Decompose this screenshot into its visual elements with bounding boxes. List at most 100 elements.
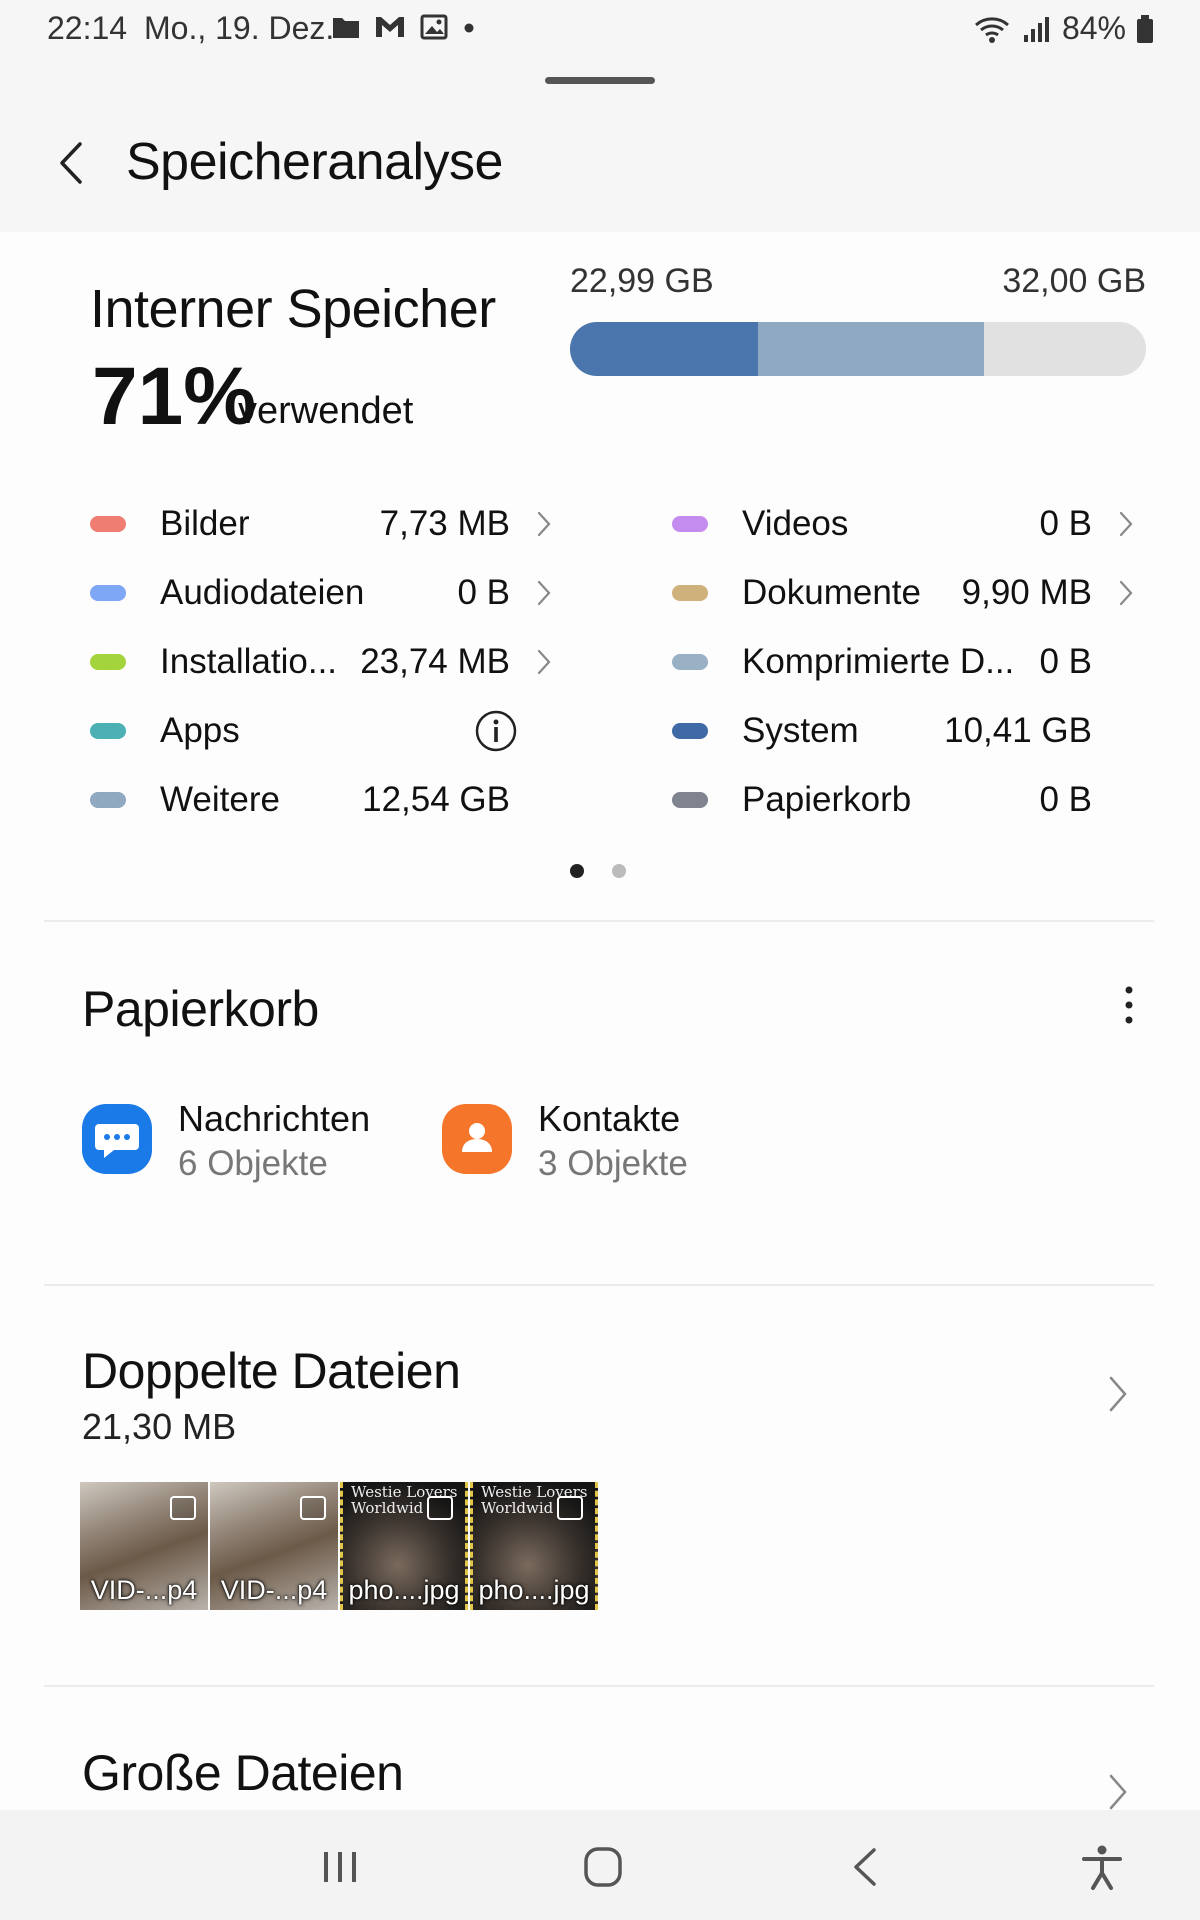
- accessibility-icon[interactable]: [1072, 1842, 1132, 1892]
- info-icon[interactable]: [474, 709, 518, 753]
- status-bar: 22:14 Mo., 19. Dez. 84%: [0, 0, 1200, 58]
- category-value: 23,74 MB: [360, 642, 510, 681]
- status-right: 84%: [972, 10, 1154, 47]
- duplicates-size: 21,30 MB: [82, 1406, 237, 1447]
- category-value: 0 B: [1039, 780, 1092, 819]
- thumbnail-caption: VID-...p4: [90, 1575, 198, 1605]
- gmail-icon: [376, 17, 404, 37]
- back-arrow-icon[interactable]: [48, 138, 98, 188]
- messages-icon: [82, 1104, 152, 1174]
- contacts-icon: [442, 1104, 512, 1174]
- trash-item-count: 3 Objekte: [538, 1144, 688, 1183]
- category-color-dot: [90, 585, 126, 601]
- thumbnail[interactable]: Westie Lovers Worldwid pho....jpg: [340, 1482, 468, 1610]
- recent-apps-icon[interactable]: [310, 1842, 370, 1892]
- category-label: Audiodateien: [160, 573, 365, 612]
- sd-card-icon: [427, 1496, 453, 1520]
- category-label: Komprimierte D...: [742, 642, 1015, 681]
- sd-card-icon: [557, 1496, 583, 1520]
- page-dot-active[interactable]: [570, 864, 584, 878]
- large-files-section-title[interactable]: Große Dateien: [82, 1744, 404, 1802]
- category-value: 0 B: [457, 573, 510, 612]
- page-title: Speicheranalyse: [126, 133, 503, 191]
- category-color-dot: [672, 654, 708, 670]
- storage-category-row: Apps: [90, 701, 560, 761]
- page-indicator[interactable]: [570, 864, 626, 878]
- signal-icon: [1023, 16, 1049, 42]
- sd-card-icon: [170, 1496, 196, 1520]
- storage-category-row: Weitere 12,54 GB: [90, 770, 560, 830]
- thumbnail-caption: pho....jpg: [478, 1575, 590, 1605]
- thumbnail[interactable]: Westie Lovers Worldwid pho....jpg: [470, 1482, 598, 1610]
- thumbnail-caption: pho....jpg: [348, 1575, 460, 1605]
- trash-item-count: 6 Objekte: [178, 1144, 328, 1183]
- storage-usage-bar: [570, 322, 1146, 376]
- status-time: 22:14: [47, 10, 128, 46]
- chevron-right-icon[interactable]: [534, 510, 554, 538]
- category-label: Dokumente: [742, 573, 921, 612]
- storage-used-value: 22,99 GB: [570, 262, 714, 300]
- storage-category-row: Papierkorb 0 B: [672, 770, 1142, 830]
- more-notifications-dot: [464, 23, 474, 33]
- storage-bar-segment: [570, 322, 759, 376]
- wifi-icon: [974, 16, 1009, 43]
- category-label: Apps: [160, 711, 240, 750]
- screen: 22:14 Mo., 19. Dez. 84% Speicheranalyse …: [0, 0, 1200, 1920]
- duplicate-thumbnails: VID-...p4 VID-...p4 Westie Lovers Worldw…: [80, 1482, 598, 1610]
- storage-bar-segment: [758, 322, 985, 376]
- status-date: Mo., 19. Dez.: [144, 10, 335, 46]
- category-label: Weitere: [160, 780, 280, 819]
- page-dot[interactable]: [612, 864, 626, 878]
- category-value: 0 B: [1039, 642, 1092, 681]
- divider: [44, 1284, 1154, 1286]
- app-header: Speicheranalyse: [0, 100, 1200, 230]
- storage-category-row[interactable]: Bilder 7,73 MB: [90, 494, 560, 554]
- category-color-dot: [672, 792, 708, 808]
- storage-category-row[interactable]: Videos 0 B: [672, 494, 1142, 554]
- storage-title: Interner Speicher: [90, 279, 496, 339]
- category-color-dot: [672, 585, 708, 601]
- category-label: Bilder: [160, 504, 250, 543]
- storage-percent: 71%: [92, 351, 257, 442]
- thumbnail[interactable]: VID-...p4: [210, 1482, 338, 1610]
- category-color-dot: [672, 723, 708, 739]
- storage-category-row[interactable]: Installatio... 23,74 MB: [90, 632, 560, 692]
- category-label: Installatio...: [160, 642, 338, 681]
- category-value: 12,54 GB: [362, 780, 510, 819]
- duplicates-chevron-icon[interactable]: [1106, 1374, 1130, 1414]
- storage-category-row: Komprimierte D... 0 B: [672, 632, 1142, 692]
- trash-item-name: Nachrichten: [178, 1098, 371, 1139]
- category-value: 7,73 MB: [379, 504, 510, 543]
- category-color-dot: [90, 792, 126, 808]
- drag-handle[interactable]: [545, 77, 655, 84]
- category-color-dot: [672, 516, 708, 532]
- storage-category-row[interactable]: Audiodateien 0 B: [90, 563, 560, 623]
- chevron-right-icon[interactable]: [1116, 579, 1136, 607]
- trash-section-title: Papierkorb: [82, 981, 319, 1037]
- duplicates-section-title[interactable]: Doppelte Dateien: [82, 1342, 461, 1400]
- trash-item-name: Kontakte: [538, 1098, 681, 1139]
- folder-icon: [333, 18, 359, 38]
- navigation-bar: [0, 1810, 1200, 1920]
- storage-category-row[interactable]: Dokumente 9,90 MB: [672, 563, 1142, 623]
- notification-icons: [332, 14, 476, 40]
- gallery-icon: [420, 14, 448, 40]
- chevron-right-icon[interactable]: [534, 648, 554, 676]
- more-options-icon[interactable]: [1114, 980, 1144, 1030]
- category-value: 0 B: [1039, 504, 1092, 543]
- category-label: System: [742, 711, 859, 750]
- category-color-dot: [90, 516, 126, 532]
- back-icon[interactable]: [836, 1842, 896, 1892]
- large-files-chevron-icon[interactable]: [1106, 1772, 1130, 1812]
- category-label: Papierkorb: [742, 780, 912, 819]
- chevron-right-icon[interactable]: [1116, 510, 1136, 538]
- chevron-right-icon[interactable]: [534, 579, 554, 607]
- thumbnail[interactable]: VID-...p4: [80, 1482, 208, 1610]
- category-color-dot: [90, 723, 126, 739]
- category-value: 9,90 MB: [961, 573, 1092, 612]
- storage-category-row: System 10,41 GB: [672, 701, 1142, 761]
- thumbnail-caption: VID-...p4: [220, 1575, 328, 1605]
- home-icon[interactable]: [573, 1842, 633, 1892]
- sd-card-icon: [300, 1496, 326, 1520]
- battery-icon: [1137, 14, 1153, 43]
